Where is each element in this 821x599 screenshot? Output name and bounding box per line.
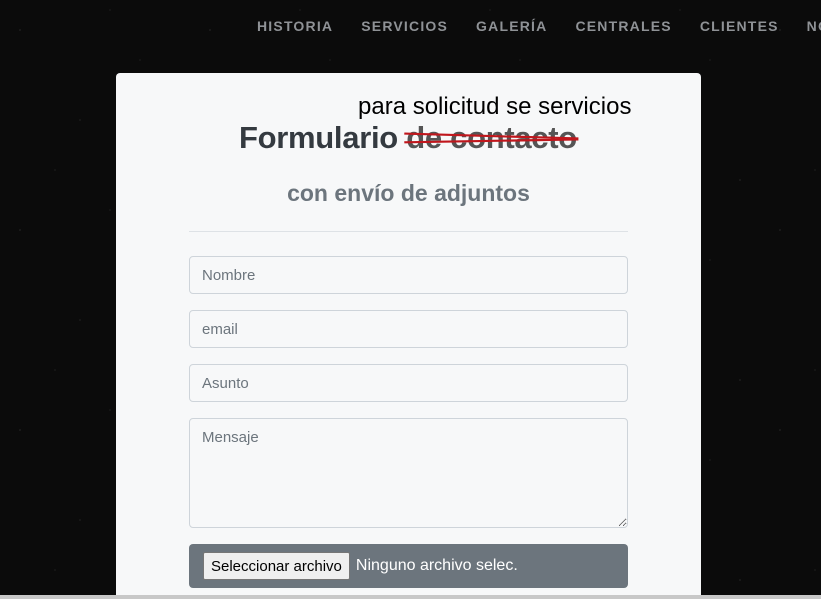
form-title: Formulario de contacto <box>239 120 579 156</box>
form-title-struck: de contacto <box>404 120 579 155</box>
form-subtitle: con envío de adjuntos <box>287 180 530 206</box>
strike-line-2 <box>404 138 579 144</box>
main-nav: HISTORIA SERVICIOS GALERÍA CENTRALES CLI… <box>257 16 821 36</box>
strike-mark <box>404 132 579 144</box>
horizontal-scrollbar[interactable] <box>0 595 821 599</box>
name-input[interactable] <box>189 256 628 294</box>
email-input[interactable] <box>189 310 628 348</box>
file-upload: Seleccionar archivo Ninguno archivo sele… <box>189 544 628 588</box>
nav-item-servicios[interactable]: SERVICIOS <box>361 16 448 36</box>
subject-input[interactable] <box>189 364 628 402</box>
strike-line-1 <box>404 132 579 140</box>
select-file-button[interactable]: Seleccionar archivo <box>203 552 350 580</box>
file-status: Ninguno archivo selec. <box>355 557 518 574</box>
form-title-main: Formulario <box>239 120 398 155</box>
nav-item-truncated[interactable]: NO <box>807 16 821 36</box>
nav-item-clientes[interactable]: CLIENTES <box>700 16 779 36</box>
form-divider <box>189 231 628 232</box>
handwritten-annotation: para solicitud se servicios <box>358 93 632 120</box>
nav-item-centrales[interactable]: CENTRALES <box>575 16 671 36</box>
nav-item-historia[interactable]: HISTORIA <box>257 16 333 36</box>
nav-item-galeria[interactable]: GALERÍA <box>476 16 547 36</box>
message-textarea[interactable] <box>189 418 628 528</box>
